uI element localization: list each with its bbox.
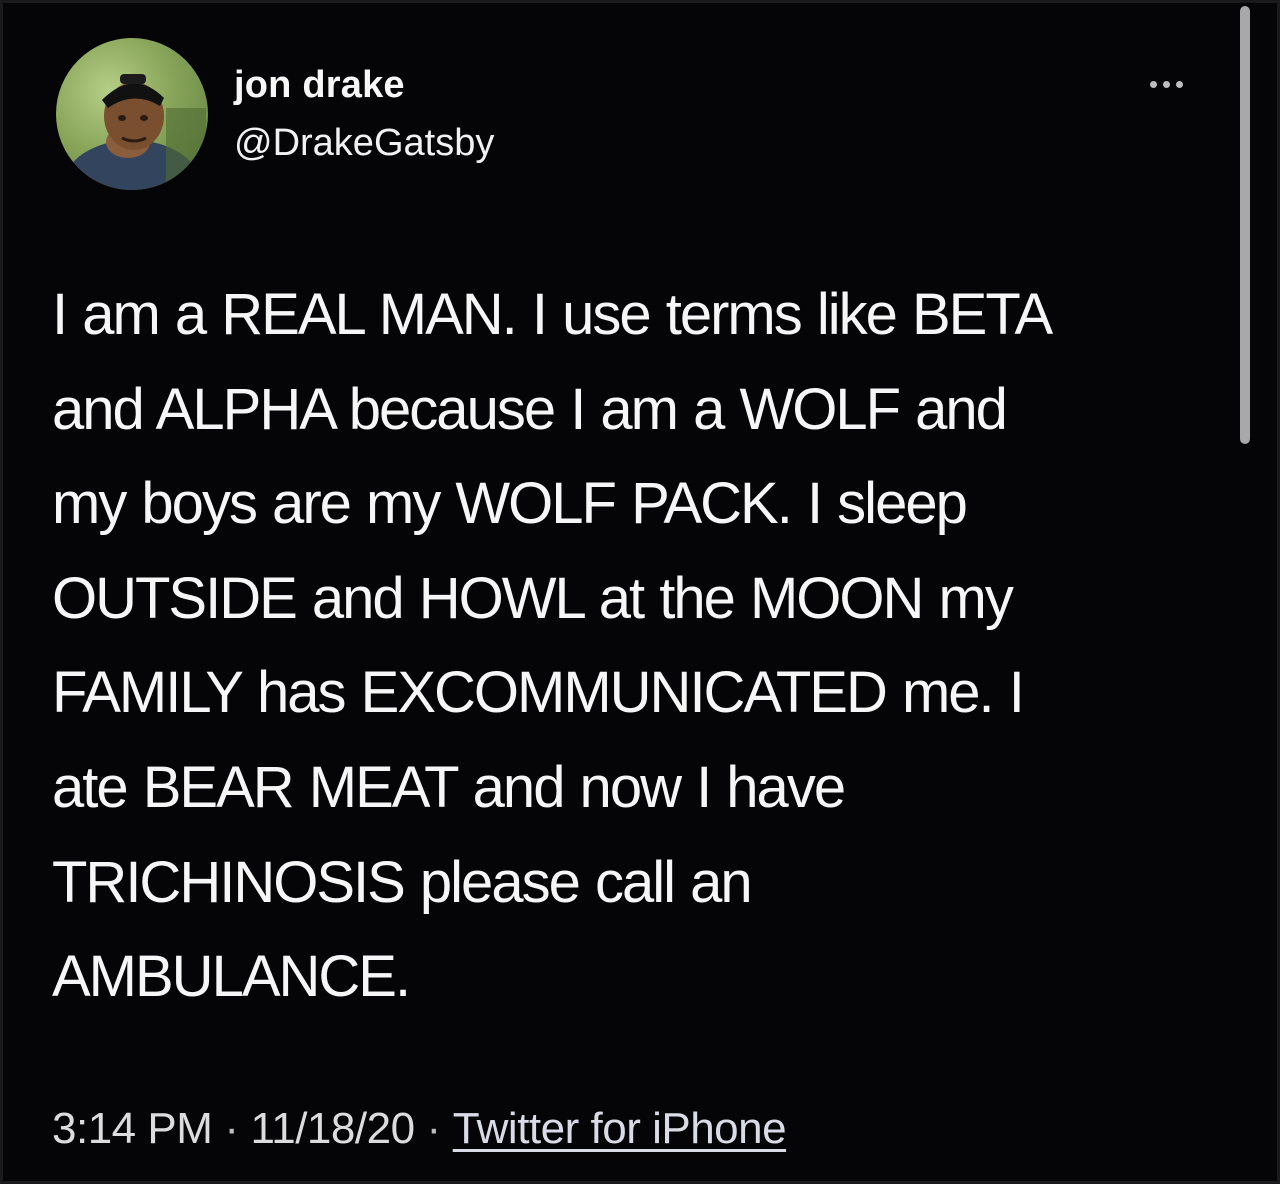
author-name[interactable]: jon drake: [234, 64, 405, 107]
tweet-text-line: ate BEAR MEAT and now I have: [52, 754, 846, 820]
tweet-date[interactable]: 11/18/20: [251, 1104, 416, 1153]
avatar[interactable]: [56, 38, 208, 190]
more-options-button[interactable]: [1138, 64, 1194, 104]
tweet-text-line: and ALPHA because I am a WOLF and: [52, 376, 1008, 442]
author-handle[interactable]: @DrakeGatsby: [234, 122, 494, 165]
tweet-source-link[interactable]: Twitter for iPhone: [453, 1104, 787, 1153]
tweet-text-line: FAMILY has EXCOMMUNICATED me. I: [52, 660, 1025, 726]
tweet-text-line: AMBULANCE.: [52, 944, 411, 1010]
scrollbar-thumb[interactable]: [1240, 6, 1250, 444]
meta-separator: ·: [426, 1104, 442, 1153]
tweet-time[interactable]: 3:14 PM: [52, 1104, 213, 1153]
tweet-text-line: TRICHINOSIS please call an: [52, 849, 753, 915]
tweet-screenshot: jon drake @DrakeGatsby I am a REAL MAN. …: [0, 0, 1280, 1184]
tweet-text-line: OUTSIDE and HOWL at the MOON my: [52, 565, 1014, 631]
profile-photo-icon: [62, 74, 206, 190]
tweet-text-line: my boys are my WOLF PACK. I sleep: [52, 471, 968, 537]
tweet-meta: 3:14 PM · 11/18/20 · Twitter for iPhone: [52, 1104, 787, 1154]
tweet-text-line: I am a REAL MAN. I use terms like BETA: [52, 282, 1053, 347]
more-options-icon: [1149, 80, 1157, 88]
more-options-icon: [1175, 80, 1183, 88]
meta-separator: ·: [224, 1104, 239, 1153]
scrollbar[interactable]: [1240, 0, 1254, 1184]
tweet-text: I am a REAL MAN. I use terms like BETA a…: [52, 268, 1202, 1025]
more-options-icon: [1162, 80, 1170, 88]
